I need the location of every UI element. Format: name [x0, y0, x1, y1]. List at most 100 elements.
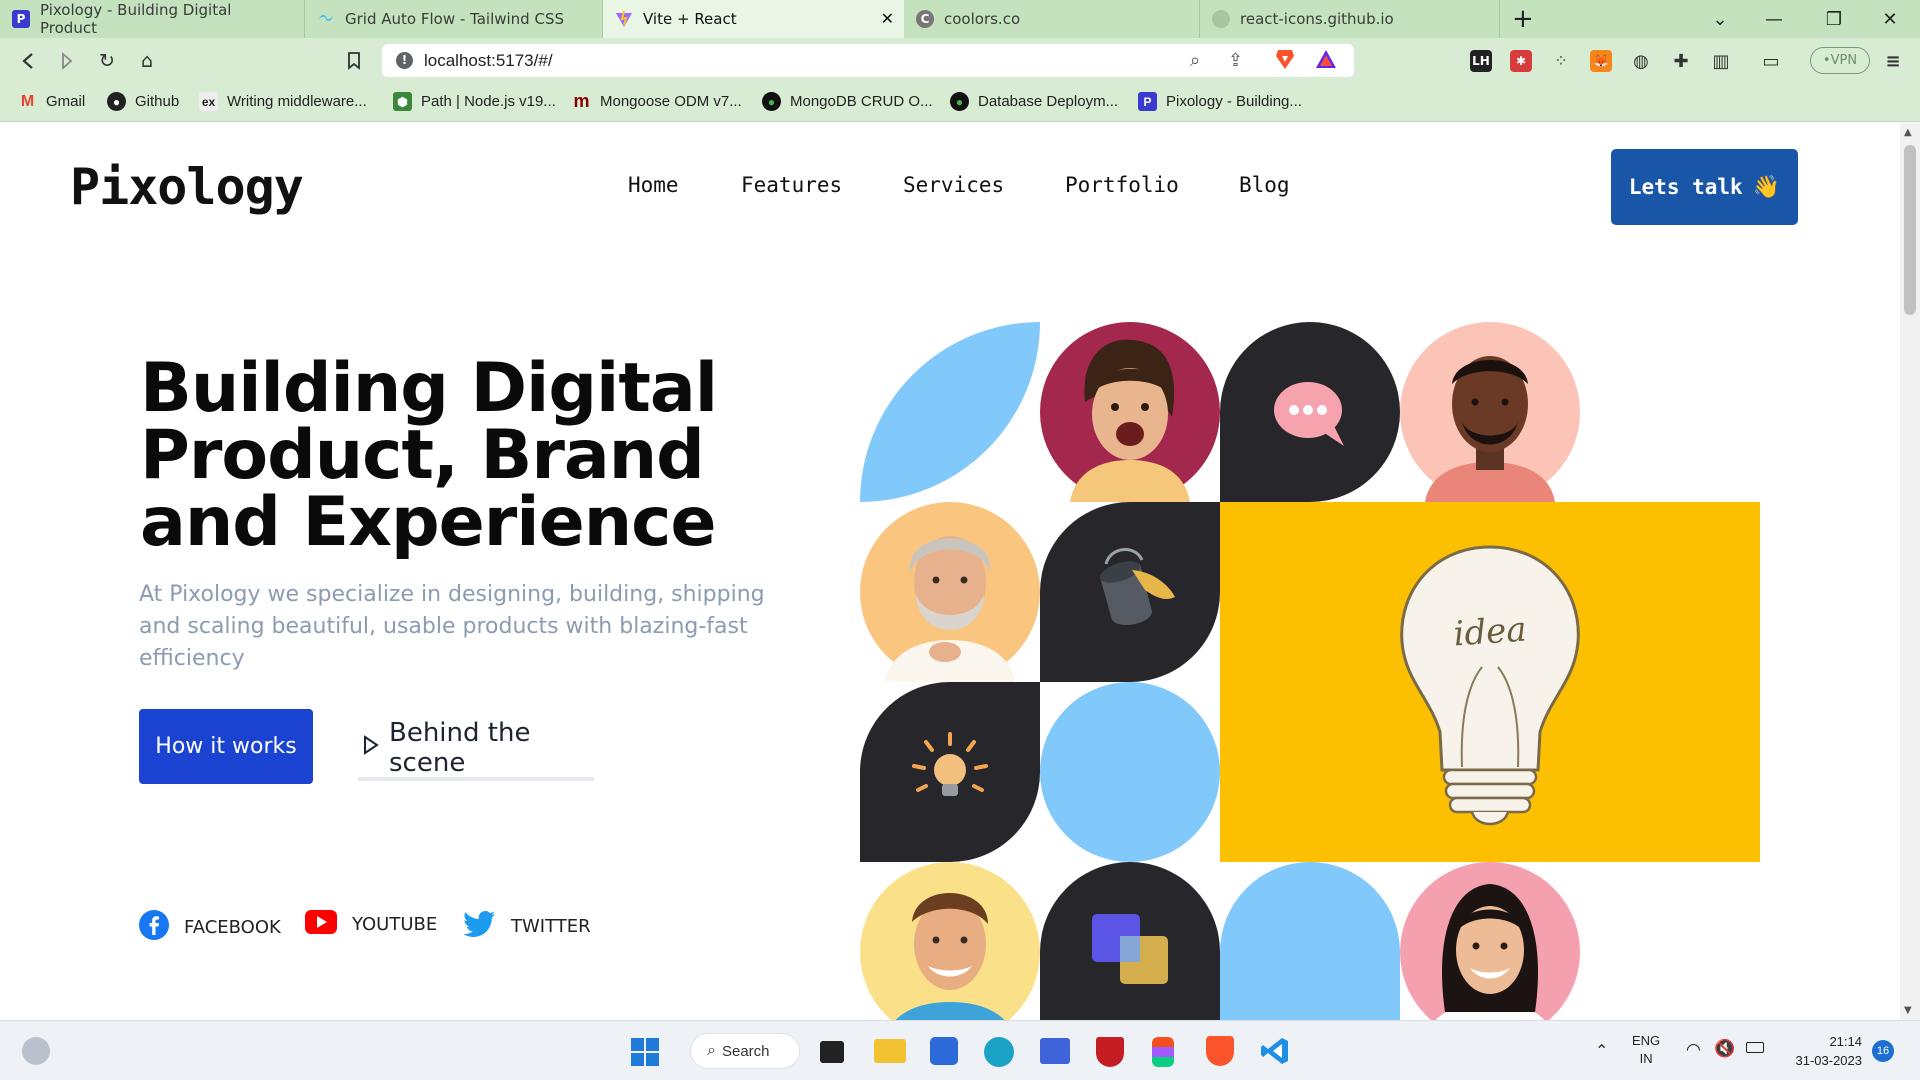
- nav-services[interactable]: Services: [903, 173, 1004, 197]
- express-icon: ex: [199, 92, 218, 111]
- brave-rewards-icon[interactable]: [1315, 49, 1337, 74]
- mongodb-icon: ●: [762, 92, 781, 111]
- bookmark-gmail[interactable]: M Gmail: [18, 92, 85, 111]
- wallet-icon[interactable]: ▭: [1760, 50, 1782, 72]
- lighthouse-extension-icon[interactable]: LH: [1470, 50, 1492, 72]
- taskbar-search[interactable]: ⌕ Search: [690, 1033, 800, 1069]
- lets-talk-button[interactable]: Lets talk 👋: [1611, 149, 1798, 225]
- menu-icon[interactable]: ≡: [1882, 50, 1904, 72]
- volume-muted-icon[interactable]: 🔇: [1714, 1039, 1735, 1059]
- file-explorer-icon[interactable]: [874, 1039, 906, 1063]
- social-twitter[interactable]: TWITTER: [463, 910, 591, 943]
- tab-pixology[interactable]: P Pixology - Building Digital Product: [0, 0, 305, 38]
- facebook-label: FACEBOOK: [184, 917, 281, 938]
- twitter-label: TWITTER: [511, 916, 591, 937]
- metamask-icon[interactable]: 🦊: [1590, 50, 1612, 72]
- tray-chevron-icon[interactable]: ⌃: [1595, 1041, 1608, 1060]
- page-scrollbar[interactable]: ▲ ▼: [1900, 123, 1920, 1020]
- task-view-icon[interactable]: [820, 1041, 844, 1063]
- vite-favicon-icon: [615, 10, 633, 28]
- brave-taskbar-icon[interactable]: [1206, 1036, 1234, 1066]
- site-logo[interactable]: Pixology: [70, 158, 304, 216]
- extensions-puzzle-icon[interactable]: ✚: [1670, 50, 1692, 72]
- youtube-label: YOUTUBE: [352, 914, 438, 935]
- windows-taskbar: ⌕ Search ⌃ ENG IN ◠ 🔇 21:14 31-03-2023 1…: [0, 1020, 1920, 1080]
- scroll-up-icon[interactable]: ▲: [1904, 127, 1912, 138]
- language-indicator[interactable]: ENG IN: [1632, 1032, 1660, 1068]
- extension-red-icon[interactable]: ✱: [1510, 50, 1532, 72]
- coolors-favicon-icon: C: [916, 10, 934, 28]
- brave-shield-icon[interactable]: [1275, 48, 1295, 75]
- minimize-button[interactable]: —: [1744, 0, 1804, 38]
- browser-tab-bar: P Pixology - Building Digital Product Gr…: [0, 0, 1920, 38]
- old-man-tile: [860, 502, 1040, 682]
- lets-talk-label: Lets talk: [1628, 175, 1743, 199]
- vscode-icon[interactable]: [1260, 1036, 1290, 1066]
- forward-icon[interactable]: [52, 46, 82, 76]
- tab-tailwind[interactable]: Grid Auto Flow - Tailwind CSS: [305, 0, 603, 38]
- bookmark-icon[interactable]: [339, 46, 369, 76]
- new-tab-button[interactable]: +: [1512, 4, 1534, 34]
- man-avatar: [1400, 322, 1580, 502]
- social-youtube[interactable]: YOUTUBE: [305, 910, 437, 939]
- nav-features[interactable]: Features: [741, 173, 842, 197]
- weather-icon[interactable]: [22, 1037, 50, 1065]
- tab-title: Pixology - Building Digital Product: [40, 1, 232, 37]
- close-tab-icon[interactable]: ✕: [881, 9, 894, 28]
- extension-dots-icon[interactable]: ⁘: [1550, 50, 1572, 72]
- mcafee-icon[interactable]: [1096, 1037, 1124, 1067]
- clock[interactable]: 21:14 31-03-2023: [1784, 1032, 1863, 1070]
- notification-badge[interactable]: 16: [1872, 1040, 1894, 1062]
- bookmark-github[interactable]: ● Github: [107, 92, 179, 111]
- edge-icon[interactable]: [984, 1037, 1014, 1067]
- reload-icon[interactable]: ↻: [92, 46, 122, 76]
- vpn-button[interactable]: • VPN: [1810, 47, 1870, 74]
- social-facebook[interactable]: FACEBOOK: [139, 910, 281, 945]
- layers-tile: [1040, 862, 1220, 1020]
- bookmark-pixology[interactable]: P Pixology - Building...: [1138, 92, 1302, 111]
- restore-button[interactable]: ❐: [1804, 0, 1864, 38]
- excited-woman-tile: [1040, 322, 1220, 502]
- scrollbar-thumb[interactable]: [1904, 145, 1916, 315]
- excited-woman-avatar: [1040, 322, 1220, 502]
- bookmark-nodejs[interactable]: ⬢ Path | Node.js v19...: [393, 92, 556, 111]
- pixology-favicon-icon: P: [12, 10, 30, 28]
- site-info-icon[interactable]: !: [396, 52, 413, 69]
- bookmark-mongodb-crud[interactable]: ● MongoDB CRUD O...: [762, 92, 933, 111]
- bookmark-database-deploy[interactable]: ● Database Deploym...: [950, 92, 1118, 111]
- home-icon[interactable]: ⌂: [132, 46, 162, 76]
- store-icon[interactable]: [930, 1037, 958, 1065]
- how-it-works-button[interactable]: How it works: [139, 709, 313, 784]
- bookmark-middleware[interactable]: ex Writing middleware...: [199, 92, 367, 111]
- nav-blog[interactable]: Blog: [1239, 173, 1290, 197]
- play-icon: [363, 735, 379, 761]
- tab-coolors[interactable]: C coolors.co: [904, 0, 1200, 38]
- hero-mosaic: idea: [860, 322, 1760, 1020]
- address-bar[interactable]: ! localhost:5173/#/ ⌕ ⇪: [382, 44, 1354, 77]
- start-button[interactable]: [630, 1037, 660, 1071]
- nav-home[interactable]: Home: [628, 173, 679, 197]
- nav-portfolio[interactable]: Portfolio: [1065, 173, 1179, 197]
- tab-react-icons[interactable]: react-icons.github.io: [1200, 0, 1500, 38]
- back-icon[interactable]: [13, 46, 43, 76]
- extension-circle-icon[interactable]: ◍: [1630, 50, 1652, 72]
- close-window-button[interactable]: ✕: [1860, 0, 1920, 38]
- hero-subtitle: At Pixology we specialize in designing, …: [139, 582, 765, 671]
- tab-vite-react[interactable]: Vite + React ✕: [603, 0, 904, 38]
- hero-title: Building Digital Product, Brand and Expe…: [140, 349, 718, 562]
- app-blue-icon[interactable]: [1040, 1038, 1070, 1064]
- scroll-down-icon[interactable]: ▼: [1904, 1005, 1912, 1016]
- clock-time: 21:14: [1829, 1034, 1862, 1049]
- browser-toolbar: ↻ ⌂ ! localhost:5173/#/ ⌕ ⇪ LH ✱ ⁘ 🦊 ◍ ✚…: [0, 38, 1920, 83]
- sidebar-toggle-icon[interactable]: ▥: [1710, 50, 1732, 72]
- url-text[interactable]: localhost:5173/#/: [424, 51, 553, 71]
- bookmark-mongoose[interactable]: m Mongoose ODM v7...: [572, 91, 741, 111]
- battery-icon[interactable]: [1746, 1042, 1764, 1053]
- share-icon[interactable]: ⇪: [1228, 50, 1243, 71]
- figma-icon[interactable]: [1152, 1037, 1174, 1067]
- behind-the-scene-button[interactable]: Behind the scene: [358, 718, 594, 781]
- tab-list-chevron-icon[interactable]: ⌄: [1690, 0, 1750, 38]
- wifi-icon[interactable]: ◠: [1686, 1040, 1701, 1060]
- search-icon: ⌕: [707, 1042, 716, 1059]
- zoom-icon[interactable]: ⌕: [1190, 50, 1200, 71]
